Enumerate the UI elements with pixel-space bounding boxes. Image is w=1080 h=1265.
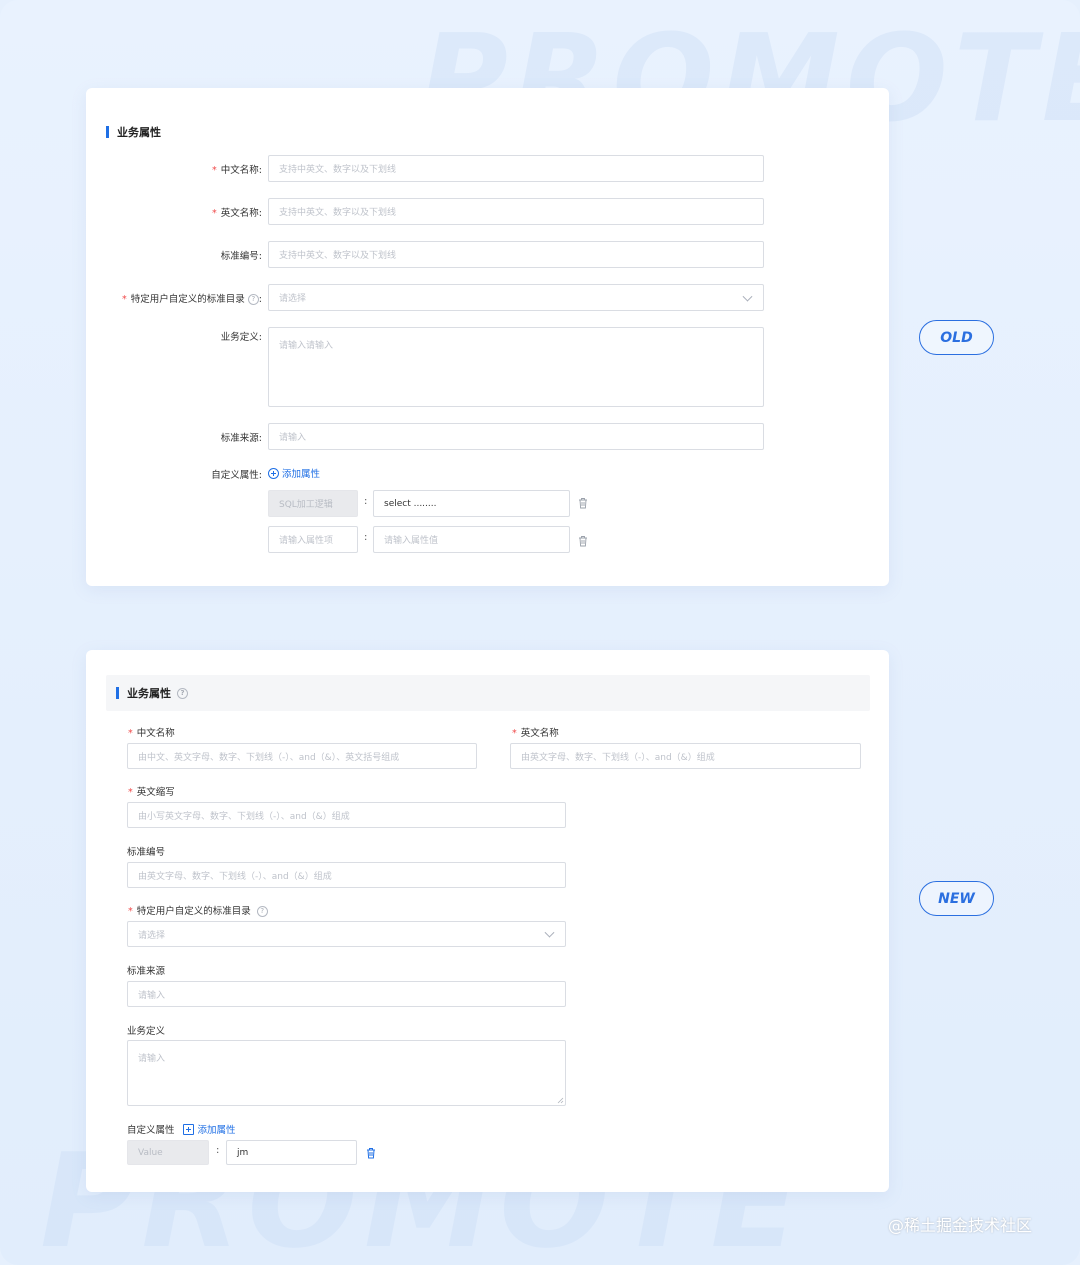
- new-biz-def-label: 业务定义: [127, 1023, 165, 1037]
- trash-icon[interactable]: [578, 497, 588, 509]
- old-attr-value-1[interactable]: select ........: [373, 490, 570, 517]
- new-std-code-label-text: 标准编号: [127, 847, 166, 858]
- plus-circle-icon: [268, 467, 279, 479]
- required-asterisk: *: [212, 165, 217, 176]
- trash-icon[interactable]: [578, 535, 588, 547]
- old-attr-value-2[interactable]: 请输入属性值: [373, 526, 570, 553]
- new-std-src-label-text: 标准来源: [127, 966, 166, 977]
- old-add-attr-link[interactable]: 添加属性: [268, 466, 320, 480]
- old-cn-name-label: * 中文名称:: [212, 162, 262, 176]
- help-icon[interactable]: ?: [177, 687, 188, 699]
- new-std-dir-select[interactable]: 请选择: [127, 921, 566, 947]
- new-std-code-label: 标准编号: [127, 844, 165, 858]
- new-custom-attr-label-text: 自定义属性: [127, 1125, 175, 1136]
- new-biz-def-textarea[interactable]: 请输入: [127, 1040, 566, 1106]
- old-std-src-input[interactable]: 请输入: [268, 423, 764, 450]
- required-asterisk: *: [128, 787, 133, 798]
- new-en-abbr-label-text: 英文缩写: [136, 787, 175, 798]
- new-biz-def-label-text: 业务定义: [127, 1026, 166, 1037]
- old-cn-name-input[interactable]: 支持中英文、数字以及下划线: [268, 155, 764, 182]
- old-biz-def-label: 业务定义:: [221, 329, 262, 343]
- old-en-name-label: * 英文名称:: [212, 205, 262, 219]
- required-asterisk: *: [212, 208, 217, 219]
- chevron-down-icon: [742, 291, 753, 302]
- help-icon[interactable]: ?: [247, 294, 259, 305]
- old-std-code-input[interactable]: 支持中英文、数字以及下划线: [268, 241, 764, 268]
- new-section-title-text: 业务属性: [127, 687, 171, 700]
- old-std-dir-placeholder: 请选择: [279, 294, 307, 304]
- old-cn-name-label-text: 中文名称:: [220, 165, 262, 176]
- resize-handle-icon[interactable]: [556, 1096, 564, 1104]
- new-en-name-label-text: 英文名称: [520, 728, 559, 739]
- new-attr-value-1[interactable]: jm: [226, 1140, 357, 1165]
- old-en-name-input[interactable]: 支持中英文、数字以及下划线: [268, 198, 764, 225]
- new-en-name-input[interactable]: 由英文字母、数字、下划线（-）、and（&）组成: [510, 743, 861, 769]
- new-badge: NEW: [919, 881, 994, 916]
- old-std-dir-colon: :: [258, 294, 262, 305]
- attr-separator: :: [364, 532, 368, 543]
- new-cn-name-label: * 中文名称: [128, 725, 175, 739]
- new-custom-attr-row: 自定义属性 添加属性: [127, 1122, 236, 1136]
- new-cn-name-input[interactable]: 由中文、英文字母、数字、下划线（-）、and（&）、英文括号组成: [127, 743, 477, 769]
- attr-separator: :: [364, 496, 368, 507]
- new-std-code-input[interactable]: 由英文字母、数字、下划线（-）、and（&）组成: [127, 862, 566, 888]
- old-badge: OLD: [919, 320, 994, 355]
- new-en-name-label: * 英文名称: [512, 725, 559, 739]
- page-background: PROMOTE PROMOTE 业务属性 * 中文名称: 支持中英文、数字以及下划…: [0, 0, 1080, 1265]
- old-attr-key-1: SQL加工逻辑: [268, 490, 358, 517]
- old-custom-attr-label-text: 自定义属性:: [211, 470, 262, 481]
- new-form-card: 业务属性 ? * 中文名称 由中文、英文字母、数字、下划线（-）、and（&）、英…: [86, 650, 889, 1192]
- old-std-src-label-text: 标准来源:: [220, 433, 262, 444]
- old-section-title: 业务属性: [106, 124, 161, 140]
- old-biz-def-label-text: 业务定义:: [220, 332, 262, 343]
- old-en-name-label-text: 英文名称:: [220, 208, 262, 219]
- old-std-code-label-text: 标准编号:: [220, 251, 262, 262]
- new-add-attr-link[interactable]: 添加属性: [182, 1122, 236, 1136]
- new-en-abbr-input[interactable]: 由小写英文字母、数字、下划线（-）、and（&）组成: [127, 802, 566, 828]
- new-en-abbr-label: * 英文缩写: [128, 784, 175, 798]
- old-std-src-label: 标准来源:: [221, 430, 262, 444]
- new-section-header: 业务属性 ?: [106, 675, 870, 711]
- required-asterisk: *: [512, 728, 517, 739]
- old-add-attr-text: 添加属性: [282, 469, 321, 480]
- old-custom-attr-label: 自定义属性:: [211, 467, 262, 481]
- help-icon[interactable]: ?: [256, 906, 268, 917]
- title-accent-bar: [106, 126, 109, 138]
- chevron-down-icon: [544, 927, 555, 938]
- trash-icon[interactable]: [366, 1147, 376, 1159]
- new-cn-name-label-text: 中文名称: [136, 728, 175, 739]
- required-asterisk: *: [128, 728, 133, 739]
- old-attr-key-2[interactable]: 请输入属性项: [268, 526, 358, 553]
- attr-separator: :: [216, 1145, 220, 1156]
- plus-square-icon: [182, 1123, 194, 1135]
- new-std-dir-placeholder: 请选择: [138, 930, 166, 941]
- new-std-src-label: 标准来源: [127, 963, 165, 977]
- new-std-src-input[interactable]: 请输入: [127, 981, 566, 1007]
- source-credit: @稀土掘金技术社区: [888, 1216, 1033, 1235]
- old-form-card: 业务属性 * 中文名称: 支持中英文、数字以及下划线 * 英文名称: 支持中英文、数…: [86, 88, 889, 586]
- old-std-dir-select[interactable]: 请选择: [268, 284, 764, 311]
- old-section-title-text: 业务属性: [117, 126, 161, 139]
- new-std-dir-label: * 特定用户自定义的标准目录?: [128, 903, 268, 917]
- required-asterisk: *: [122, 294, 127, 305]
- old-biz-def-textarea[interactable]: 请输入请输入: [268, 327, 764, 407]
- old-std-dir-label-text: 特定用户自定义的标准目录: [130, 294, 245, 305]
- new-std-dir-label-text: 特定用户自定义的标准目录: [136, 906, 251, 917]
- new-add-attr-text: 添加属性: [197, 1125, 236, 1136]
- required-asterisk: *: [128, 906, 133, 917]
- old-std-dir-label: * 特定用户自定义的标准目录?:: [122, 291, 262, 305]
- title-accent-bar: [116, 687, 119, 699]
- new-attr-key-1: Value: [127, 1140, 209, 1165]
- old-std-code-label: 标准编号:: [221, 248, 262, 262]
